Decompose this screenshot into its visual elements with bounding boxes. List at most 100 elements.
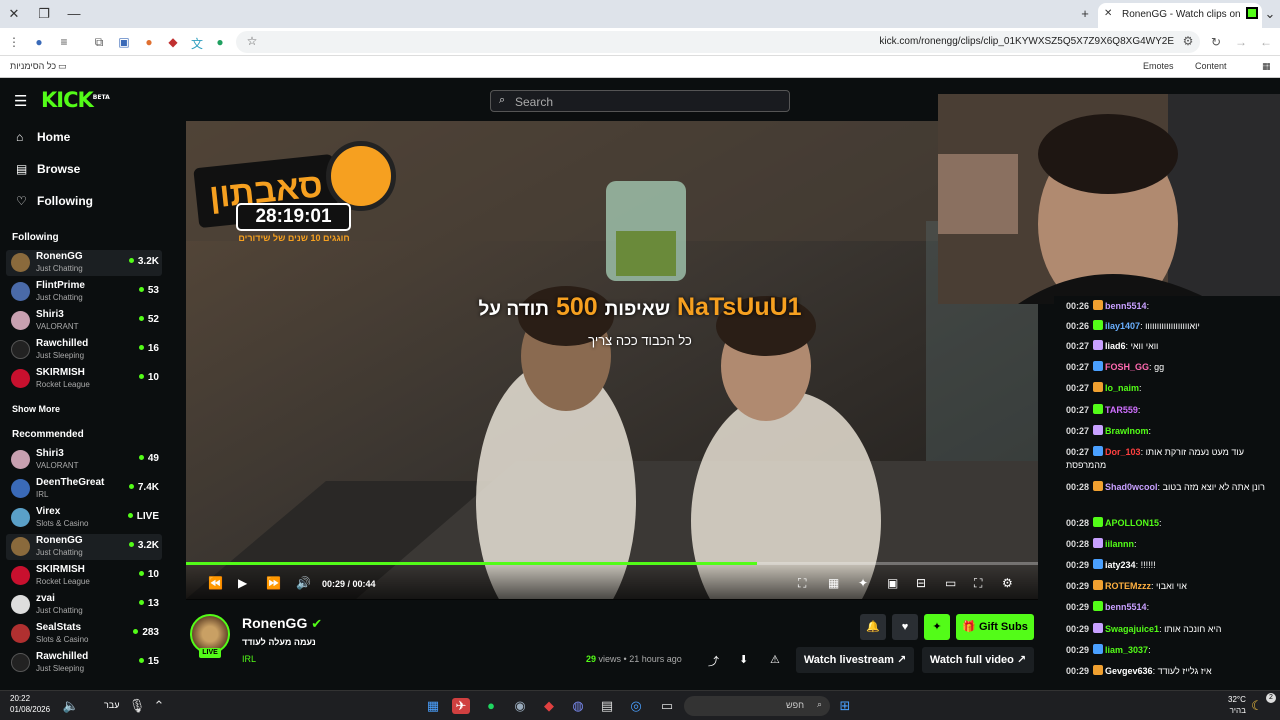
- video-player[interactable]: סאבתון 28:19:01 חוגגים 10 שנים של שידורי…: [186, 121, 1038, 599]
- miniplayer-icon[interactable]: ▭: [945, 576, 956, 590]
- site-settings-icon[interactable]: ⚙: [1180, 34, 1196, 48]
- extension-icon[interactable]: ≡: [56, 35, 72, 49]
- recommended-channel-item[interactable]: DeenTheGreat IRL 7.4K: [6, 476, 162, 502]
- chat-username[interactable]: liad6: [1105, 341, 1126, 351]
- volume-icon[interactable]: 🔊: [296, 576, 311, 590]
- following-channel-item[interactable]: Shiri3 VALORANT 52: [6, 308, 162, 334]
- chat-username[interactable]: BrawInom: [1105, 426, 1149, 436]
- extension-orange-icon[interactable]: ●: [141, 35, 157, 49]
- steam-icon[interactable]: ◉: [511, 698, 529, 714]
- nav-browse[interactable]: ▤ Browse: [16, 162, 80, 176]
- windows-start-icon[interactable]: ⊞: [836, 698, 854, 714]
- chat-username[interactable]: benn5514: [1105, 301, 1147, 311]
- recommended-channel-item[interactable]: Rawchilled Just Sleeping 15: [6, 650, 162, 676]
- extensions-puzzle-icon[interactable]: ⧉: [91, 35, 107, 50]
- chat-username[interactable]: Swagajuice1: [1105, 624, 1159, 634]
- close-tab-icon[interactable]: ✕: [1104, 8, 1112, 19]
- notification-badge[interactable]: 2: [1266, 693, 1276, 703]
- following-channel-item[interactable]: RonenGG Just Chatting 3.2K: [6, 250, 162, 276]
- reload-icon[interactable]: ↻: [1208, 35, 1224, 49]
- close-window-icon[interactable]: ✕: [6, 6, 22, 22]
- bookmark-content[interactable]: Content: [1195, 61, 1227, 71]
- theater-icon[interactable]: ▣: [887, 576, 898, 590]
- minimize-window-icon[interactable]: —: [66, 6, 82, 21]
- extension-red-icon[interactable]: ◆: [165, 35, 181, 49]
- quality-icon[interactable]: ▦: [828, 576, 839, 590]
- rewind-icon[interactable]: ⏪: [208, 576, 223, 590]
- chat-username[interactable]: APOLLON15: [1105, 518, 1159, 528]
- app-red-icon[interactable]: ◆: [540, 698, 558, 714]
- bookmark-emotes[interactable]: Emotes: [1143, 61, 1174, 71]
- chat-username[interactable]: FOSH_GG: [1105, 362, 1149, 372]
- progress-bar[interactable]: [186, 562, 1038, 565]
- recommended-channel-item[interactable]: SKIRMISH Rocket League 10: [6, 563, 162, 589]
- mic-icon[interactable]: 🎙: [128, 698, 146, 714]
- screen-cast-icon[interactable]: ▣: [116, 35, 132, 49]
- kick-logo[interactable]: KICKBETA: [41, 88, 110, 112]
- subscribe-button[interactable]: ✦: [924, 614, 950, 640]
- play-icon[interactable]: ▶: [238, 576, 247, 590]
- profile-icon[interactable]: ●: [31, 35, 47, 49]
- follow-button[interactable]: ♥: [892, 614, 918, 640]
- captions-icon[interactable]: ⊟: [916, 576, 926, 590]
- sparkle-icon[interactable]: ✦: [858, 576, 868, 590]
- chat-username[interactable]: iilannn: [1105, 539, 1134, 549]
- recommended-channel-item[interactable]: Virex Slots & Casino LIVE: [6, 505, 162, 531]
- chat-username[interactable]: Shad0wcool: [1105, 482, 1158, 492]
- chat-username[interactable]: iaty234: [1105, 560, 1136, 570]
- gift-subs-button[interactable]: 🎁 Gift Subs: [956, 614, 1034, 640]
- start-grid-icon[interactable]: ▦: [424, 698, 442, 714]
- nav-following[interactable]: ♡ Following: [16, 194, 93, 208]
- language-indicator[interactable]: עבר: [104, 700, 119, 710]
- recommended-channel-item[interactable]: Shiri3 VALORANT 49: [6, 447, 162, 473]
- chat-username[interactable]: benn5514: [1105, 602, 1147, 612]
- category-link[interactable]: IRL: [242, 654, 256, 664]
- settings-icon[interactable]: ⚙: [1002, 576, 1013, 590]
- chat-username[interactable]: Gevgev636: [1105, 666, 1153, 676]
- show-more-link[interactable]: Show More: [12, 404, 60, 414]
- chat-username[interactable]: ilay1407: [1105, 321, 1140, 331]
- browser-tab[interactable]: ✕ RonenGG - Watch clips on: [1098, 3, 1262, 28]
- tab-list-icon[interactable]: ⌄: [1262, 6, 1278, 22]
- download-icon[interactable]: ⬇: [739, 653, 748, 666]
- translate-icon[interactable]: 文: [189, 35, 205, 52]
- recommended-channel-item[interactable]: RonenGG Just Chatting 3.2K: [6, 534, 162, 560]
- chat-username[interactable]: Dor_103: [1105, 447, 1141, 457]
- back-icon[interactable]: ←: [1258, 35, 1274, 49]
- search-input[interactable]: ⌕ Search: [490, 90, 790, 112]
- restore-window-icon[interactable]: ❐: [36, 6, 52, 22]
- recommended-channel-item[interactable]: zvai Just Chatting 13: [6, 592, 162, 618]
- chat-username[interactable]: TAR559: [1105, 405, 1138, 415]
- forward-icon[interactable]: →: [1233, 35, 1249, 49]
- following-channel-item[interactable]: FlintPrime Just Chatting 53: [6, 279, 162, 305]
- all-bookmarks-link[interactable]: כל הסימניות: [10, 61, 56, 71]
- app-icon[interactable]: ▤: [598, 698, 616, 714]
- report-icon[interactable]: ⚠: [770, 653, 780, 666]
- crop-icon[interactable]: ⛶: [798, 576, 806, 591]
- clock[interactable]: 20:22 01/08/2026: [10, 693, 50, 715]
- watch-livestream-button[interactable]: Watch livestream ↗: [796, 647, 914, 673]
- speaker-icon[interactable]: 🔈: [62, 698, 80, 714]
- bell-button[interactable]: 🔔: [860, 614, 886, 640]
- menu-dots-icon[interactable]: ⋮: [6, 35, 22, 49]
- chat-username[interactable]: Io_naim: [1105, 383, 1139, 393]
- share-icon[interactable]: ⤴: [708, 653, 719, 669]
- bookmark-star-icon[interactable]: ☆: [244, 34, 260, 48]
- discord-icon[interactable]: ◍: [569, 698, 587, 714]
- file-explorer-icon[interactable]: ▭: [658, 698, 676, 714]
- recommended-channel-item[interactable]: SealStats Slots & Casino 283: [6, 621, 162, 647]
- chat-username[interactable]: ROTEMzzz: [1105, 581, 1151, 591]
- fast-forward-icon[interactable]: ⏩: [266, 576, 281, 590]
- spotify-icon[interactable]: ●: [482, 698, 500, 713]
- hamburger-menu-icon[interactable]: ☰: [14, 92, 27, 110]
- fullscreen-icon[interactable]: ⛶: [974, 576, 982, 591]
- weather[interactable]: 32°C בהיר: [1228, 694, 1246, 716]
- following-channel-item[interactable]: Rawchilled Just Sleeping 16: [6, 337, 162, 363]
- grammarly-icon[interactable]: ●: [212, 35, 228, 49]
- chrome-icon[interactable]: ◎: [627, 698, 645, 714]
- omnibox[interactable]: ☆ kick.com/ronengg/clips/clip_01KYWXSZ5Q…: [236, 31, 1200, 53]
- tray-chevron-icon[interactable]: ⌃: [150, 698, 168, 714]
- taskbar-search[interactable]: חפש ⌕: [684, 696, 830, 716]
- app-telegram-icon[interactable]: ✈: [452, 698, 470, 714]
- channel-name[interactable]: RonenGG ✔: [242, 615, 322, 632]
